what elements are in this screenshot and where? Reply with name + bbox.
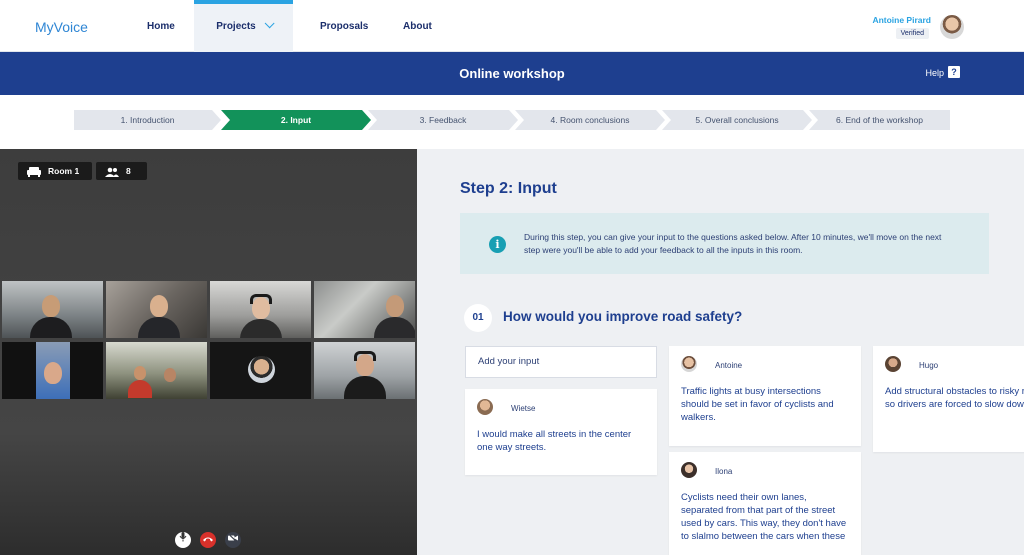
sofa-icon — [27, 166, 41, 184]
card-text: Traffic lights at busy intersections sho… — [681, 386, 834, 423]
participant-count: 8 — [126, 166, 131, 176]
step-overall-conclusions[interactable]: 5. Overall conclusions — [662, 110, 812, 130]
participant-video-tile[interactable] — [106, 281, 207, 338]
room-badge: Room 1 — [18, 162, 92, 180]
help-link[interactable]: Help — [925, 68, 944, 78]
avatar — [885, 356, 901, 372]
video-grid — [2, 281, 416, 399]
info-box: i During this step, you can give your in… — [460, 213, 989, 274]
card-text: Cyclists need their own lanes, separated… — [681, 492, 847, 542]
nav-home[interactable]: Home — [147, 0, 175, 52]
card-text: Add structural obstacles to risky roads … — [885, 386, 1024, 410]
user-name[interactable]: Antoine Pirard — [872, 15, 931, 25]
participant-video-tile[interactable] — [106, 342, 207, 399]
participant-video-tile[interactable] — [210, 342, 311, 399]
video-call-panel: Room 1 8 — [0, 149, 417, 555]
card-text: I would make all streets in the center o… — [477, 429, 632, 453]
participants-badge: 8 — [96, 162, 147, 180]
avatar — [681, 356, 697, 372]
question-number: 01 — [464, 304, 492, 332]
avatar — [681, 462, 697, 478]
microphone-icon[interactable] — [175, 532, 191, 548]
room-label: Room 1 — [48, 166, 80, 176]
workshop-banner: Online workshop Help ? — [0, 52, 1024, 95]
input-card-wietse[interactable]: Wietse I would make all streets in the c… — [465, 389, 657, 475]
step-input[interactable]: 2. Input — [221, 110, 371, 130]
question-text: How would you improve road safety? — [503, 309, 743, 324]
verified-badge: Verified — [895, 28, 929, 39]
step-heading: Step 2: Input — [460, 180, 557, 197]
chevron-down-icon — [264, 18, 275, 29]
camera-off-icon[interactable] — [225, 532, 241, 548]
nav-about[interactable]: About — [403, 0, 432, 52]
participant-video-tile[interactable] — [314, 281, 415, 338]
step-room-conclusions[interactable]: 4. Room conclusions — [515, 110, 665, 130]
input-card-ilona[interactable]: Ilona Cyclists need their own lanes, sep… — [669, 452, 861, 555]
user-avatar[interactable] — [940, 15, 964, 39]
info-text: During this step, you can give your inpu… — [524, 232, 942, 255]
people-icon — [105, 166, 119, 184]
participant-video-tile[interactable] — [2, 342, 103, 399]
help-icon[interactable]: ? — [948, 66, 960, 78]
card-author: Wietse — [511, 404, 536, 413]
participant-video-tile[interactable] — [314, 342, 415, 399]
step-introduction[interactable]: 1. Introduction — [74, 110, 221, 130]
nav-proposals[interactable]: Proposals — [320, 0, 368, 52]
step-feedback[interactable]: 3. Feedback — [368, 110, 518, 130]
nav-projects-label: Projects — [216, 21, 256, 32]
workshop-steps: 1. Introduction 2. Input 3. Feedback 4. … — [74, 110, 950, 130]
step-end-of-workshop[interactable]: 6. End of the workshop — [809, 110, 950, 130]
nav-projects[interactable]: Projects — [194, 0, 293, 52]
card-author: Ilona — [715, 467, 733, 476]
input-card-antoine[interactable]: Antoine Traffic lights at busy intersect… — [669, 346, 861, 446]
page-title: Online workshop — [459, 66, 565, 81]
avatar — [477, 399, 493, 415]
myvoice-logo[interactable]: MyVoice — [35, 19, 88, 35]
input-card-hugo[interactable]: Hugo Add structural obstacles to risky r… — [873, 346, 1024, 452]
workshop-content-panel: Step 2: Input i During this step, you ca… — [417, 149, 1024, 555]
participant-video-tile[interactable] — [2, 281, 103, 338]
participant-video-tile[interactable] — [210, 281, 311, 338]
top-navigation: MyVoice Home Projects Proposals About An… — [0, 0, 1024, 52]
card-author: Antoine — [715, 361, 743, 370]
hang-up-icon[interactable] — [200, 532, 216, 548]
card-author: Hugo — [919, 361, 939, 370]
info-icon: i — [489, 236, 506, 253]
add-input-field[interactable]: Add your input — [465, 346, 657, 378]
